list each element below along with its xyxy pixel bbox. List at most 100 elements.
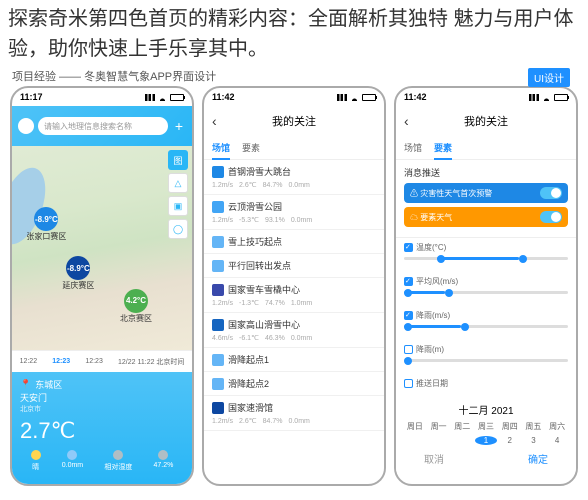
- screen-title: 我的关注: [464, 113, 508, 129]
- map-pin[interactable]: 4.2°C 北京赛区: [120, 289, 152, 324]
- slider-track[interactable]: [404, 359, 568, 362]
- slider-row: 降雨(m/s): [396, 306, 576, 340]
- meta-value: 4.6m/s: [212, 334, 233, 342]
- tab-venues[interactable]: 场馆: [212, 141, 230, 154]
- slider-handle[interactable]: [445, 289, 453, 297]
- calendar-day: [451, 436, 473, 445]
- push-label: ⚠ 灾害性天气首次预警: [410, 188, 492, 199]
- toggle-switch[interactable]: [540, 211, 562, 223]
- list-item[interactable]: 雪上技巧起点: [204, 230, 384, 254]
- location-row: 天安门: [20, 391, 184, 404]
- venue-list[interactable]: 首钢滑雪大跳台1.2m/s2.6℃84.7%0.0mm云顶滑雪公园1.2m/s-…: [204, 160, 384, 484]
- toggle-switch[interactable]: [540, 187, 562, 199]
- meta-value: 2.6℃: [239, 417, 257, 425]
- slider-track[interactable]: [404, 325, 568, 328]
- pin-temp: -8.9°C: [66, 256, 90, 280]
- checkbox[interactable]: [404, 243, 413, 252]
- status-indicators: [145, 94, 184, 101]
- back-button[interactable]: ‹: [212, 113, 217, 129]
- tabs: 场馆 要素: [396, 136, 576, 160]
- map-pin[interactable]: -8.9°C 延庆赛区: [62, 256, 94, 291]
- meta-value: 93.1%: [265, 216, 285, 224]
- checkbox[interactable]: [404, 277, 413, 286]
- checkbox[interactable]: [404, 345, 413, 354]
- list-item[interactable]: 国家雪车雪橇中心1.2m/s-1.3℃74.7%1.0mm: [204, 278, 384, 313]
- calendar-day[interactable]: 4: [546, 436, 568, 445]
- timeline[interactable]: 12:22 12:23 12:23 12/22 11:22 北京时间: [12, 350, 192, 372]
- phone-list-screen: 11:42 ‹ 我的关注 场馆 要素 首钢滑雪大跳台1.2m/s2.6℃84.7…: [202, 86, 386, 486]
- meta-value: 1.2m/s: [212, 299, 233, 307]
- calendar-day[interactable]: 1: [475, 436, 497, 445]
- meta-value: 2.6℃: [239, 181, 257, 189]
- list-item[interactable]: 国家高山滑雪中心4.6m/s-6.1℃46.3%0.0mm: [204, 313, 384, 348]
- tab-elements[interactable]: 要素: [242, 141, 260, 154]
- push-toggle-row: ⚠ 灾害性天气首次预警: [404, 183, 568, 203]
- timeline-tick: 12:22: [20, 358, 38, 365]
- venue-name: 首钢滑雪大跳台: [228, 165, 291, 178]
- calendar-day[interactable]: 2: [499, 436, 521, 445]
- list-item[interactable]: 首钢滑雪大跳台1.2m/s2.6℃84.7%0.0mm: [204, 160, 384, 195]
- push-text: 灾害性天气首次预警: [420, 189, 492, 198]
- venue-meta: 1.2m/s-5.3℃93.1%0.0mm: [212, 216, 376, 224]
- venue-name: 雪上技巧起点: [228, 235, 282, 248]
- phone-map-screen: 11:17 请输入地理信息搜索名称 + 图 △ ▣ ◯ -8.9°C 张家口赛区…: [10, 86, 194, 486]
- slider-handle[interactable]: [404, 357, 412, 365]
- slider-fill: [437, 257, 519, 260]
- back-button[interactable]: ‹: [404, 113, 409, 129]
- map-header: 请输入地理信息搜索名称 +: [12, 106, 192, 146]
- list-item[interactable]: 国家速滑馆1.2m/s2.6℃84.7%0.0mm: [204, 396, 384, 431]
- weather-card[interactable]: 📍 东城区 天安门 北京市 2.7℃ 晴 0.0mm 相对湿度 47.2%: [12, 372, 192, 484]
- slider-handle[interactable]: [404, 289, 412, 297]
- slider-label-text: 温度(°C): [416, 242, 446, 253]
- checkbox[interactable]: [404, 311, 413, 320]
- venue-icon: [212, 284, 224, 296]
- add-button[interactable]: +: [172, 119, 186, 133]
- signal-icon: [529, 94, 539, 101]
- list-item[interactable]: 云顶滑雪公园1.2m/s-5.3℃93.1%0.0mm: [204, 195, 384, 230]
- tab-elements[interactable]: 要素: [434, 141, 452, 154]
- push-section: 消息推送 ⚠ 灾害性天气首次预警 ☁ 要素天气: [396, 160, 576, 238]
- ok-button[interactable]: 确定: [528, 451, 548, 466]
- slider-track[interactable]: [404, 257, 568, 260]
- weekday-label: 周五: [523, 421, 545, 432]
- push-text: 要素天气: [420, 213, 452, 222]
- location-place: 天安门: [20, 391, 47, 404]
- rain-icon: [67, 450, 77, 460]
- map-pin[interactable]: -8.9°C 张家口赛区: [26, 207, 66, 242]
- meta-value: 1.2m/s: [212, 216, 233, 224]
- slider-handle[interactable]: [404, 323, 412, 331]
- meta-value: -6.1℃: [239, 334, 259, 342]
- search-input[interactable]: 请输入地理信息搜索名称: [38, 117, 168, 135]
- slider-handle[interactable]: [437, 255, 445, 263]
- calendar-days: 1234: [404, 436, 568, 445]
- signal-icon: [337, 94, 347, 101]
- list-item[interactable]: 滑降起点2: [204, 372, 384, 396]
- slider-handle[interactable]: [461, 323, 469, 331]
- sliders-section: 温度(°C)平均风(m/s)降雨(m/s)降雨(m): [396, 238, 576, 374]
- map-control-1[interactable]: 图: [168, 150, 188, 170]
- checkbox[interactable]: [404, 379, 413, 388]
- freq-label: 推送日期: [416, 378, 448, 389]
- humidity-icon: [113, 450, 123, 460]
- map-control-4[interactable]: ◯: [168, 219, 188, 239]
- timeline-tick: 12:23: [85, 358, 103, 365]
- calendar-day[interactable]: 3: [523, 436, 545, 445]
- list-item[interactable]: 滑降起点1: [204, 348, 384, 372]
- slider-track[interactable]: [404, 291, 568, 294]
- category-tag: UI设计: [528, 68, 570, 87]
- slider-row: 温度(°C): [396, 238, 576, 272]
- map-control-3[interactable]: ▣: [168, 196, 188, 216]
- screen-header: ‹ 我的关注: [396, 106, 576, 136]
- map-control-2[interactable]: △: [168, 173, 188, 193]
- list-item[interactable]: 平行回转出发点: [204, 254, 384, 278]
- cloud-icon: ☁: [410, 213, 418, 222]
- cancel-button[interactable]: 取消: [424, 451, 444, 466]
- venue-icon: [212, 378, 224, 390]
- avatar[interactable]: [18, 118, 34, 134]
- venue-icon: [212, 260, 224, 272]
- slider-handle[interactable]: [519, 255, 527, 263]
- forecast-item: 晴: [31, 450, 41, 472]
- tab-venues[interactable]: 场馆: [404, 141, 422, 154]
- venue-icon: [212, 354, 224, 366]
- map-view[interactable]: 图 △ ▣ ◯ -8.9°C 张家口赛区 -8.9°C 延庆赛区 4.2°C 北…: [12, 146, 192, 350]
